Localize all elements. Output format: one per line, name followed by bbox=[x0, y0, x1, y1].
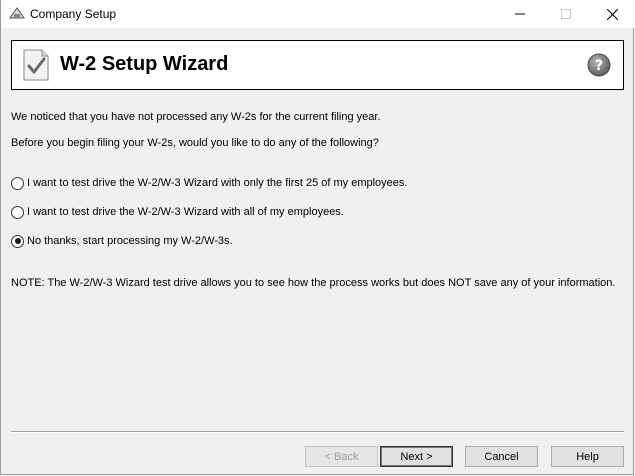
help-icon[interactable]: ? bbox=[587, 53, 611, 77]
cancel-button[interactable]: Cancel bbox=[465, 446, 538, 467]
next-button[interactable]: Next > bbox=[380, 446, 453, 467]
option-test-drive-all[interactable]: I want to test drive the W-2/W-3 Wizard … bbox=[11, 204, 344, 220]
footer-divider bbox=[11, 431, 624, 433]
title-bar[interactable]: Company Setup bbox=[1, 0, 635, 28]
option-label: I want to test drive the W-2/W-3 Wizard … bbox=[27, 177, 408, 189]
company-setup-window: Company Setup W-2 Setup Wizard ? We noti… bbox=[0, 0, 635, 475]
document-check-icon bbox=[23, 49, 49, 81]
option-start-processing[interactable]: No thanks, start processing my W-2/W-3s. bbox=[11, 233, 233, 249]
radio-button[interactable] bbox=[11, 205, 24, 219]
maximize-button[interactable] bbox=[543, 0, 589, 28]
minimize-icon bbox=[515, 13, 525, 15]
window-title: Company Setup bbox=[30, 7, 117, 21]
option-label: No thanks, start processing my W-2/W-3s. bbox=[27, 235, 233, 247]
option-label: I want to test drive the W-2/W-3 Wizard … bbox=[27, 206, 344, 218]
maximize-icon bbox=[561, 9, 571, 19]
close-button[interactable] bbox=[589, 0, 635, 28]
svg-text:?: ? bbox=[595, 58, 603, 74]
help-button[interactable]: Help bbox=[551, 446, 624, 467]
wizard-title: W-2 Setup Wizard bbox=[60, 53, 229, 75]
app-icon bbox=[9, 7, 25, 19]
note-text: NOTE: The W-2/W-3 Wizard test drive allo… bbox=[11, 277, 616, 289]
intro-text-1: We noticed that you have not processed a… bbox=[11, 111, 381, 123]
wizard-banner: W-2 Setup Wizard ? bbox=[11, 40, 624, 90]
radio-button[interactable] bbox=[11, 176, 24, 190]
minimize-button[interactable] bbox=[497, 0, 543, 28]
radio-button-selected[interactable] bbox=[11, 234, 24, 248]
close-icon bbox=[606, 8, 618, 20]
back-button[interactable]: < Back bbox=[305, 446, 378, 467]
option-test-drive-25[interactable]: I want to test drive the W-2/W-3 Wizard … bbox=[11, 175, 407, 191]
intro-text-2: Before you begin filing your W-2s, would… bbox=[11, 137, 379, 149]
